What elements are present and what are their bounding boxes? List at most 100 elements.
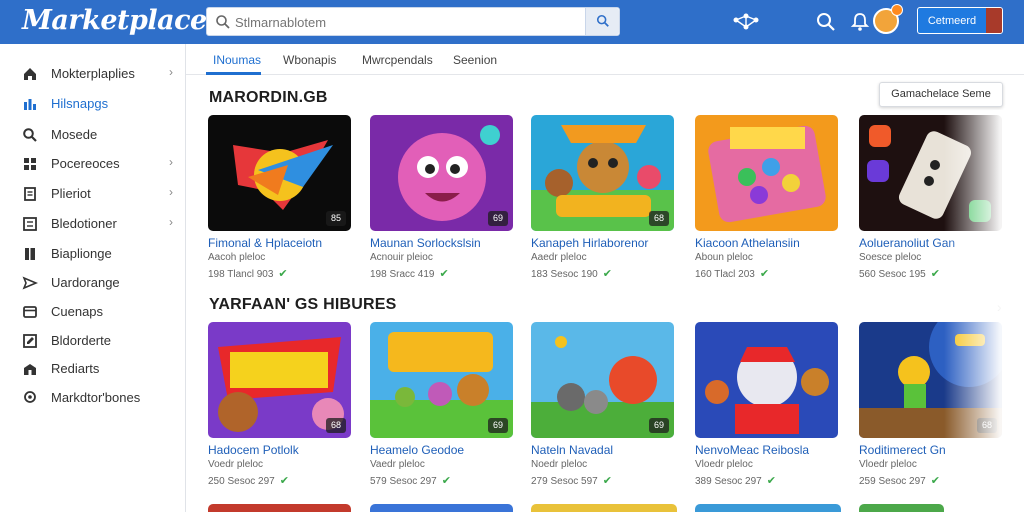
game-card[interactable]: Aolueranoliut Gan Soesce pleloc 560 Sesoc … — [859, 115, 1004, 281]
game-meta: 389 Sesoc 297 ✔ — [695, 474, 776, 487]
game-thumbnail[interactable]: 68 — [531, 115, 674, 231]
game-thumbnail[interactable]: 68 — [859, 322, 1002, 438]
game-subtitle: Aaedr pleloc — [531, 252, 587, 263]
search-icon — [596, 14, 609, 27]
sidebar-item-2[interactable]: Mosede — [0, 121, 186, 149]
game-title[interactable]: Roditimerect Gn — [859, 443, 946, 457]
game-meta-text: 279 Sesoc 597 — [531, 476, 598, 487]
sidebar-item-3[interactable]: Pocereoces › — [0, 150, 186, 178]
search-input[interactable] — [235, 12, 580, 32]
game-meta: 183 Sesoc 190 ✔ — [531, 267, 612, 280]
game-subtitle: Noedr pleloc — [531, 459, 588, 470]
send-icon — [22, 276, 38, 290]
game-title[interactable]: Nateln Navadal — [531, 443, 613, 457]
game-meta-text: 198 Sracc 419 — [370, 269, 435, 280]
sidebar-item-7[interactable]: Uardorange — [0, 269, 186, 297]
game-thumbnail[interactable] — [695, 322, 838, 438]
network-icon[interactable] — [731, 11, 761, 33]
game-card[interactable]: NenvoMeac Reibosla Vloedr pleloc 389 Sesoc… — [695, 322, 840, 488]
cta-label: Cetmeerd — [927, 15, 977, 27]
check-icon: ✔ — [602, 268, 612, 280]
search-box[interactable] — [206, 7, 620, 36]
sidebar-item-5[interactable]: Bledotioner › — [0, 210, 186, 238]
cta-button[interactable]: Cetmeerd — [917, 7, 1003, 34]
game-button[interactable]: Gamachelace Seme — [879, 82, 1003, 107]
section-title-0: MARORDIN.GB — [209, 89, 328, 106]
card-peek — [370, 504, 513, 512]
sidebar-item-8[interactable]: Cuenaps — [0, 298, 186, 326]
card-peek — [208, 504, 351, 512]
tab-1[interactable]: Wbonapis — [283, 53, 336, 67]
sidebar-item-label: Rediarts — [51, 361, 100, 376]
app-logo[interactable]: Marketplace — [22, 5, 207, 36]
game-meta-text: 160 Tlacl 203 — [695, 269, 755, 280]
pin-icon — [24, 391, 36, 403]
sidebar-item-6[interactable]: Biaplionge — [0, 240, 186, 268]
game-meta: 560 Sesoc 195 ✔ — [859, 267, 940, 280]
game-card[interactable]: 68 Hadocem Potlolk Voedr pleloc 250 Sesoc 2… — [208, 322, 353, 488]
check-icon: ✔ — [441, 475, 451, 487]
next-arrow-icon[interactable]: › — [997, 299, 1002, 315]
game-thumbnail[interactable]: 69 — [370, 115, 513, 231]
game-title[interactable]: Kiacoon Athelansiin — [695, 236, 800, 250]
game-meta-text: 183 Sesoc 190 — [531, 269, 598, 280]
game-thumbnail[interactable]: 85 — [208, 115, 351, 231]
game-subtitle: Voedr pleloc — [208, 459, 264, 470]
sidebar-item-10[interactable]: Rediarts — [0, 355, 186, 383]
game-art — [859, 115, 1002, 231]
rating-badge: 69 — [488, 418, 508, 433]
sidebar-item-1[interactable]: Hilsnapgs — [0, 90, 186, 118]
sidebar-item-0[interactable]: Mokterplaplies › — [0, 60, 186, 88]
game-card[interactable]: 68 Kanapeh Hirlaborenor Aaedr pleloc 183 Se… — [531, 115, 676, 281]
game-card[interactable]: 68 Roditimerect Gn Vloedr pleloc 259 Sesoc … — [859, 322, 1004, 488]
bell-icon[interactable] — [849, 11, 871, 33]
check-icon: ✔ — [930, 475, 940, 487]
game-card[interactable]: 85 Fimonal & Hplaceiotn Aacoh pleloc 198 Tl… — [208, 115, 353, 281]
game-thumbnail[interactable]: 68 — [208, 322, 351, 438]
sidebar-item-label: Uardorange — [51, 275, 120, 290]
sidebar-item-11[interactable]: Markdtor'bones — [0, 384, 186, 412]
card-peek — [859, 504, 944, 512]
game-title[interactable]: Hadocem Potlolk — [208, 443, 299, 457]
game-meta-text: 250 Sesoc 297 — [208, 476, 275, 487]
game-meta-text: 560 Sesoc 195 — [859, 269, 926, 280]
game-thumbnail[interactable]: 69 — [370, 322, 513, 438]
game-title[interactable]: Aolueranoliut Gan — [859, 236, 955, 250]
game-card[interactable]: 69 Maunan Sorlockslsin Acnouir pleioc 198 S… — [370, 115, 515, 281]
game-title[interactable]: Maunan Sorlockslsin — [370, 236, 481, 250]
chevron-right-icon: › — [169, 185, 173, 199]
game-card[interactable]: Kiacoon Athelansiin Aboun pleloc 160 Tlacl… — [695, 115, 840, 281]
game-title[interactable]: Fimonal & Hplaceiotn — [208, 236, 322, 250]
tab-underline — [206, 72, 261, 75]
avatar[interactable] — [873, 4, 903, 34]
sidebar-item-4[interactable]: Plieriot › — [0, 180, 186, 208]
tab-0[interactable]: INoumas — [213, 53, 261, 67]
game-thumbnail[interactable] — [859, 115, 1002, 231]
game-subtitle: Aacoh pleloc — [208, 252, 266, 263]
game-title[interactable]: Heamelo Geodoe — [370, 443, 464, 457]
game-meta-text: 579 Sesoc 297 — [370, 476, 437, 487]
cta-dropdown[interactable] — [986, 8, 1002, 33]
game-meta: 579 Sesoc 297 ✔ — [370, 474, 451, 487]
tab-2[interactable]: Mwrcpendals — [362, 53, 433, 67]
game-subtitle: Aboun pleloc — [695, 252, 753, 263]
search-button[interactable] — [585, 8, 619, 35]
edit-icon — [23, 334, 37, 348]
tab-3[interactable]: Seenion — [453, 53, 497, 67]
list-icon — [23, 217, 37, 231]
main-content: INoumas Wbonapis Mwrcpendals Seenion MAR… — [186, 44, 1024, 512]
sidebar-item-9[interactable]: Bldorderte — [0, 327, 186, 355]
game-art — [695, 115, 838, 231]
game-card[interactable]: 69 Heamelo Geodoe Vaedr pleloc 579 Sesoc 29… — [370, 322, 515, 488]
game-art — [695, 322, 838, 438]
game-subtitle: Vloedr pleloc — [695, 459, 753, 470]
game-thumbnail[interactable]: 69 — [531, 322, 674, 438]
rating-badge: 68 — [326, 418, 346, 433]
sidebar-item-label: Cuenaps — [51, 304, 104, 319]
search-icon[interactable] — [815, 11, 837, 33]
game-thumbnail[interactable] — [695, 115, 838, 231]
game-title[interactable]: Kanapeh Hirlaborenor — [531, 236, 648, 250]
check-icon: ✔ — [439, 268, 449, 280]
game-title[interactable]: NenvoMeac Reibosla — [695, 443, 809, 457]
game-card[interactable]: 69 Nateln Navadal Noedr pleloc 279 Sesoc 59… — [531, 322, 676, 488]
